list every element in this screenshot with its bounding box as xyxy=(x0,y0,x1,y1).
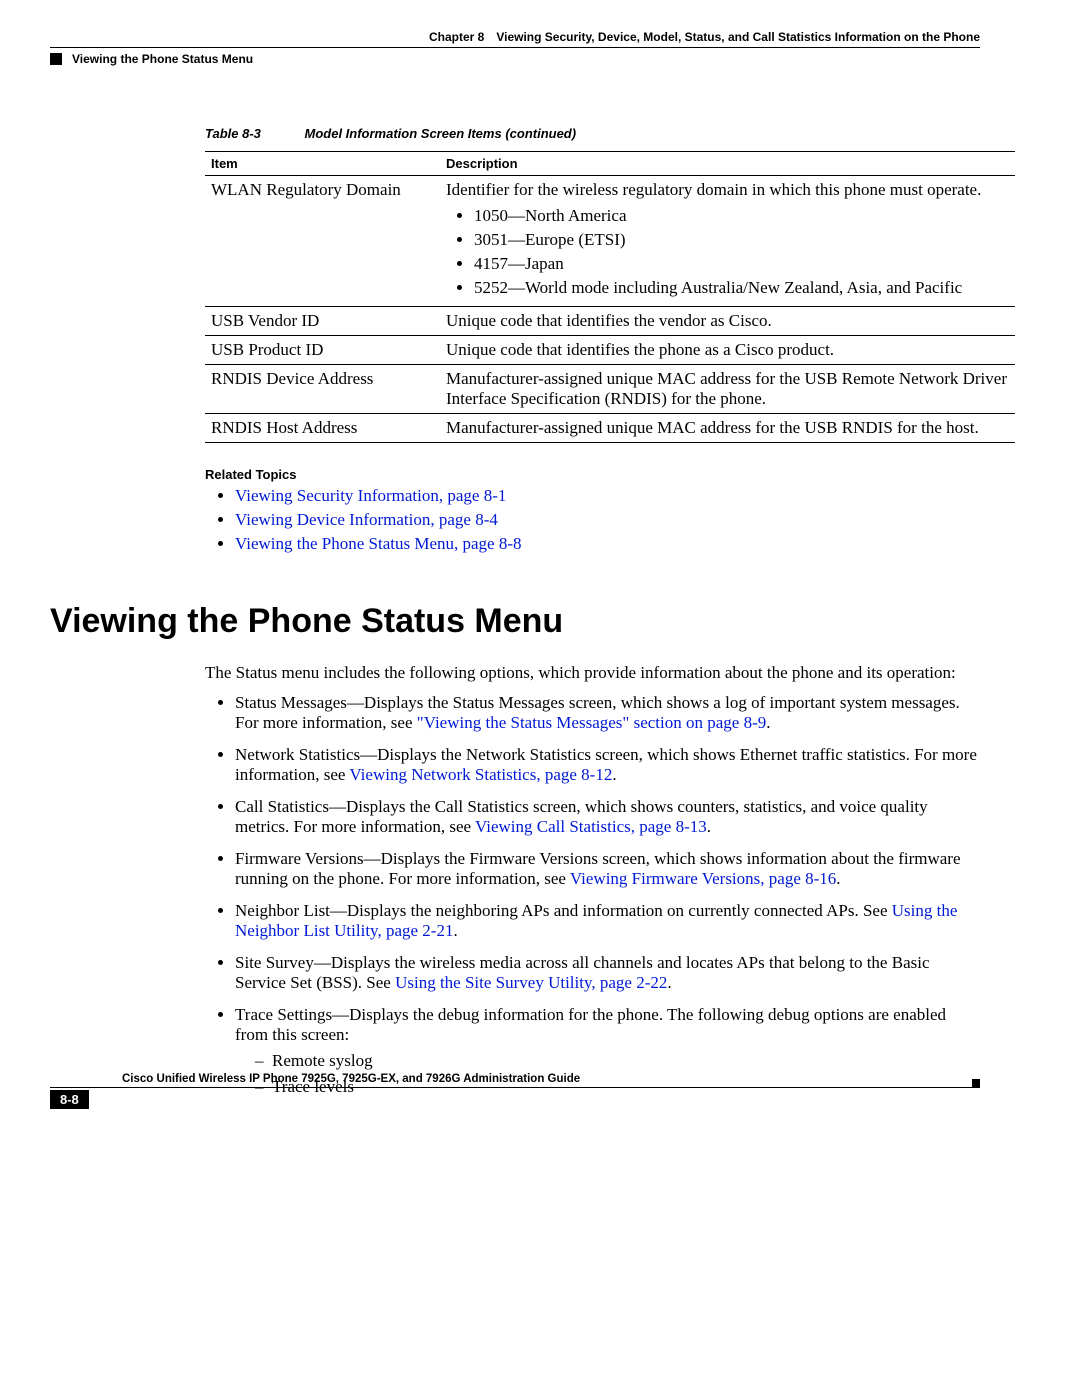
related-link-item: Viewing the Phone Status Menu, page 8-8 xyxy=(235,534,980,554)
table-caption-text: Model Information Screen Items (continue… xyxy=(305,126,577,141)
table-row: RNDIS Device Address Manufacturer-assign… xyxy=(205,365,1015,414)
link[interactable]: Viewing Call Statistics, page 8-13 xyxy=(475,817,707,836)
bullet: 4157—Japan xyxy=(474,254,1009,274)
cell-item: USB Product ID xyxy=(205,336,440,365)
intro-paragraph: The Status menu includes the following o… xyxy=(205,663,980,683)
related-topics-list: Viewing Security Information, page 8-1 V… xyxy=(205,486,980,554)
cell-item: RNDIS Host Address xyxy=(205,414,440,443)
table-row: RNDIS Host Address Manufacturer-assigned… xyxy=(205,414,1015,443)
cell-desc: Unique code that identifies the phone as… xyxy=(440,336,1015,365)
bullet: 5252—World mode including Australia/New … xyxy=(474,278,1009,298)
footer-doc-title: Cisco Unified Wireless IP Phone 7925G, 7… xyxy=(122,1073,980,1087)
related-link-item: Viewing Device Information, page 8-4 xyxy=(235,510,980,530)
related-link-item: Viewing Security Information, page 8-1 xyxy=(235,486,980,506)
section-title-line: Viewing the Phone Status Menu xyxy=(50,52,980,66)
body-text: The Status menu includes the following o… xyxy=(205,663,980,1097)
item-post: . xyxy=(667,973,671,992)
item-post: . xyxy=(836,869,840,888)
link[interactable]: Viewing the Phone Status Menu, page 8-8 xyxy=(235,534,522,553)
chapter-title: Viewing Security, Device, Model, Status,… xyxy=(496,30,980,44)
table-row: USB Vendor ID Unique code that identifie… xyxy=(205,307,1015,336)
list-item: Neighbor List—Displays the neighboring A… xyxy=(235,901,980,941)
col-header-desc: Description xyxy=(440,152,1015,176)
item-text: Trace Settings—Displays the debug inform… xyxy=(235,1005,946,1044)
item-post: . xyxy=(453,921,457,940)
item-post: . xyxy=(707,817,711,836)
table-label: Table 8-3 xyxy=(205,126,261,141)
header-section-title: Viewing the Phone Status Menu xyxy=(72,52,253,66)
link[interactable]: Viewing Firmware Versions, page 8-16 xyxy=(570,869,836,888)
link[interactable]: Using the Site Survey Utility, page 2-22 xyxy=(395,973,667,992)
list-item: Call Statistics—Displays the Call Statis… xyxy=(235,797,980,837)
item-text: Neighbor List—Displays the neighboring A… xyxy=(235,901,892,920)
model-info-table: Item Description WLAN Regulatory Domain … xyxy=(205,151,1015,443)
table-row: WLAN Regulatory Domain Identifier for th… xyxy=(205,176,1015,307)
main-heading: Viewing the Phone Status Menu xyxy=(50,602,980,641)
cell-item: USB Vendor ID xyxy=(205,307,440,336)
cell-item: WLAN Regulatory Domain xyxy=(205,176,440,307)
page-number-badge: 8-8 xyxy=(50,1090,89,1109)
list-item: Status Messages—Displays the Status Mess… xyxy=(235,693,980,733)
link[interactable]: Viewing Security Information, page 8-1 xyxy=(235,486,506,505)
table-row: USB Product ID Unique code that identifi… xyxy=(205,336,1015,365)
link[interactable]: "Viewing the Status Messages" section on… xyxy=(417,713,767,732)
col-header-item: Item xyxy=(205,152,440,176)
item-post: . xyxy=(612,765,616,784)
table-caption: Table 8-3 Model Information Screen Items… xyxy=(205,126,980,141)
page-footer: Cisco Unified Wireless IP Phone 7925G, 7… xyxy=(50,1073,980,1109)
link[interactable]: Viewing Device Information, page 8-4 xyxy=(235,510,498,529)
cell-desc: Manufacturer-assigned unique MAC address… xyxy=(440,365,1015,414)
sub-item: Remote syslog xyxy=(255,1051,980,1071)
running-header: Chapter 8 Viewing Security, Device, Mode… xyxy=(50,30,980,44)
bullet: 1050—North America xyxy=(474,206,1009,226)
footer-end-block-icon xyxy=(972,1079,980,1087)
list-item: Network Statistics—Displays the Network … xyxy=(235,745,980,785)
cell-item: RNDIS Device Address xyxy=(205,365,440,414)
cell-desc: Manufacturer-assigned unique MAC address… xyxy=(440,414,1015,443)
bullet: 3051—Europe (ETSI) xyxy=(474,230,1009,250)
item-post: . xyxy=(766,713,770,732)
cell-desc: Identifier for the wireless regulatory d… xyxy=(440,176,1015,307)
cell-desc: Unique code that identifies the vendor a… xyxy=(440,307,1015,336)
footer-rule xyxy=(50,1087,980,1088)
header-block-icon xyxy=(50,53,62,65)
list-item: Site Survey—Displays the wireless media … xyxy=(235,953,980,993)
chapter-label: Chapter 8 xyxy=(429,30,484,44)
related-topics-heading: Related Topics xyxy=(205,467,980,482)
list-item: Firmware Versions—Displays the Firmware … xyxy=(235,849,980,889)
header-rule xyxy=(50,47,980,48)
link[interactable]: Viewing Network Statistics, page 8-12 xyxy=(349,765,612,784)
desc-intro: Identifier for the wireless regulatory d… xyxy=(446,180,1009,200)
